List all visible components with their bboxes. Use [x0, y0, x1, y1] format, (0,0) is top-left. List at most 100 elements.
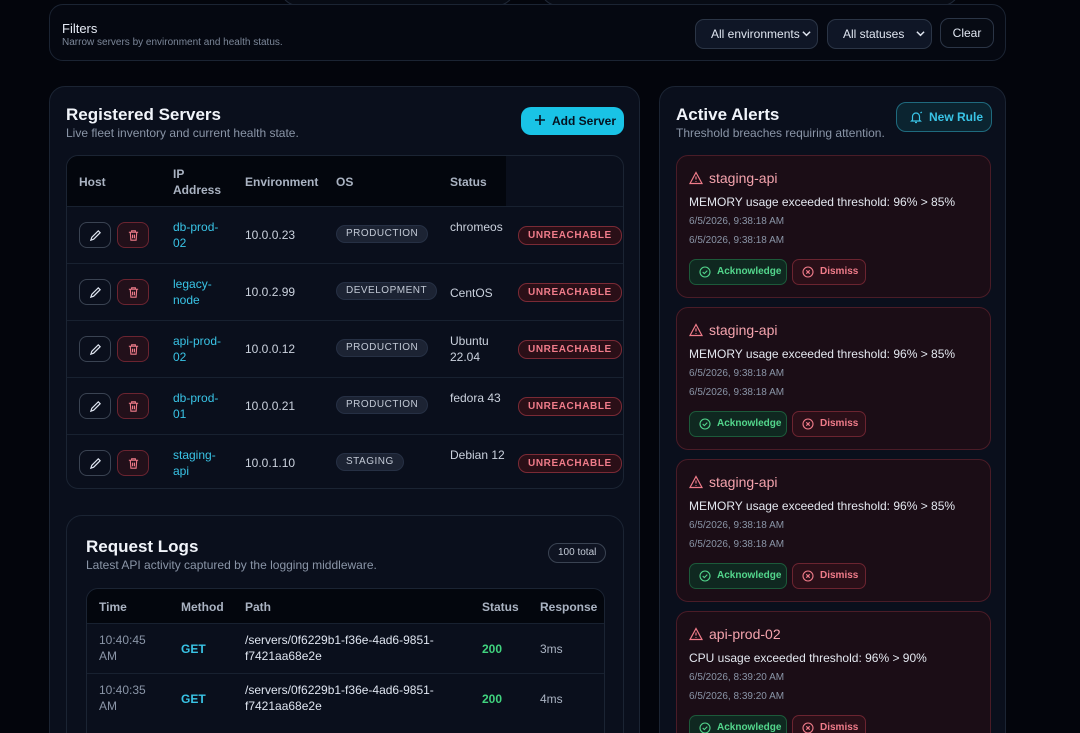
x-circle-icon [802, 722, 814, 733]
trash-icon [128, 344, 139, 355]
dismiss-label: Dismiss [820, 266, 859, 277]
alert-timestamp: 6/5/2026, 9:38:18 AM [689, 539, 785, 550]
servers-table-header: Host IP Address Environment OS Status [67, 156, 506, 207]
host-link[interactable]: db-prod-02 [173, 219, 228, 251]
x-circle-icon [802, 266, 814, 278]
warning-icon [689, 475, 703, 489]
delete-button[interactable] [117, 450, 149, 476]
servers-card: Registered Servers Live fleet inventory … [49, 86, 640, 733]
logs-table: Time Method Path Status Response 10:40:4… [86, 588, 605, 733]
environment-select[interactable]: All environments [695, 19, 818, 49]
os-value: Ubuntu 22.04 [450, 334, 489, 364]
pencil-icon [89, 230, 101, 242]
clear-button[interactable]: Clear [940, 18, 994, 48]
host-link[interactable]: api-prod-02 [173, 333, 228, 365]
table-row: api-prod-02 10.0.0.12 PRODUCTION Ubuntu … [67, 320, 623, 377]
delete-button[interactable] [117, 336, 149, 362]
edit-button[interactable] [79, 336, 111, 362]
acknowledge-button[interactable]: Acknowledge [689, 715, 787, 733]
add-server-label: Add Server [552, 114, 617, 128]
dismiss-label: Dismiss [820, 570, 859, 581]
acknowledge-button[interactable]: Acknowledge [689, 563, 787, 589]
trash-icon [128, 230, 139, 241]
ip-address: 10.0.2.99 [245, 285, 296, 299]
edit-button[interactable] [79, 222, 111, 248]
environment-badge: PRODUCTION [336, 396, 429, 414]
servers-subtitle: Live fleet inventory and current health … [66, 126, 299, 140]
column-header-response: Response [540, 600, 598, 614]
acknowledge-button[interactable]: Acknowledge [689, 411, 787, 437]
acknowledge-button[interactable]: Acknowledge [689, 259, 787, 285]
plus-icon [535, 115, 545, 125]
host-link[interactable]: legacy-node [173, 276, 228, 308]
os-value: fedora 43 [450, 391, 501, 405]
table-row: db-prod-01 10.0.0.21 PRODUCTION fedora 4… [67, 377, 623, 434]
dismiss-label: Dismiss [820, 722, 859, 733]
dismiss-button[interactable]: Dismiss [792, 715, 866, 733]
edit-button[interactable] [79, 393, 111, 419]
ip-address: 10.0.1.10 [245, 456, 296, 470]
log-row: 10:40:45 AM GET /servers/0f6229b1-f36e-4… [87, 623, 604, 673]
check-circle-icon [699, 418, 711, 430]
ip-address: 10.0.0.21 [245, 399, 296, 413]
environment-badge: DEVELOPMENT [336, 282, 438, 300]
status-badge: UNREACHABLE [518, 226, 622, 245]
add-server-button[interactable]: Add Server [521, 107, 624, 135]
chevron-down-icon [802, 31, 811, 37]
status-badge: UNREACHABLE [518, 454, 622, 473]
x-circle-icon [802, 570, 814, 582]
log-path: /servers/0f6229b1-f36e-4ad6-9851-f7421aa… [245, 683, 434, 713]
acknowledge-label: Acknowledge [717, 266, 782, 277]
edit-button[interactable] [79, 450, 111, 476]
os-value: Debian 12 [450, 448, 505, 462]
log-response: 3ms [540, 642, 563, 656]
logs-total-badge: 100 total [548, 543, 607, 563]
check-circle-icon [699, 266, 711, 278]
edit-button[interactable] [79, 279, 111, 305]
delete-button[interactable] [117, 393, 149, 419]
ip-address: 10.0.0.12 [245, 342, 296, 356]
logs-subtitle: Latest API activity captured by the logg… [86, 558, 377, 572]
table-row: staging-api 10.0.1.10 STAGING Debian 12 … [67, 434, 623, 488]
table-row: db-prod-02 10.0.0.23 PRODUCTION chromeos… [67, 206, 623, 263]
table-row: legacy-node 10.0.2.99 DEVELOPMENT CentOS… [67, 263, 623, 320]
alert-host: staging-api [709, 322, 778, 338]
alert-item: staging-api MEMORY usage exceeded thresh… [676, 307, 991, 450]
dismiss-button[interactable]: Dismiss [792, 259, 866, 285]
check-circle-icon [699, 722, 711, 733]
new-rule-button[interactable]: New Rule [896, 102, 992, 132]
host-link[interactable]: db-prod-01 [173, 390, 228, 422]
delete-button[interactable] [117, 222, 149, 248]
status-badge: UNREACHABLE [518, 340, 622, 359]
host-link[interactable]: staging-api [173, 447, 228, 479]
alert-timestamp: 6/5/2026, 9:38:18 AM [689, 387, 785, 398]
alert-item: staging-api MEMORY usage exceeded thresh… [676, 459, 991, 602]
log-path: /servers/0f6229b1-f36e-4ad6-9851-f7421aa… [245, 633, 434, 663]
status-select[interactable]: All statuses [827, 19, 932, 49]
column-header-status: Status [450, 175, 487, 189]
filters-title: Filters [62, 21, 98, 36]
warning-icon [689, 323, 703, 337]
dismiss-label: Dismiss [820, 418, 859, 429]
column-header-host: Host [79, 175, 106, 189]
filters-subtitle: Narrow servers by environment and health… [62, 37, 283, 48]
column-header-path: Path [245, 600, 272, 614]
warning-icon [689, 171, 703, 185]
log-method: GET [181, 692, 206, 706]
column-header-ip: IP Address [173, 167, 222, 197]
dismiss-button[interactable]: Dismiss [792, 411, 866, 437]
status-badge: UNREACHABLE [518, 283, 622, 302]
delete-button[interactable] [117, 279, 149, 305]
filters-panel: Filters Narrow servers by environment an… [49, 4, 1006, 61]
log-status: 200 [482, 692, 503, 706]
alert-timestamp: 6/5/2026, 8:39:20 AM [689, 672, 785, 683]
chevron-down-icon [916, 31, 925, 37]
ip-address: 10.0.0.23 [245, 228, 296, 242]
alerts-title: Active Alerts [676, 105, 780, 124]
alert-item: staging-api MEMORY usage exceeded thresh… [676, 155, 991, 298]
alert-timestamp: 6/5/2026, 9:38:18 AM [689, 368, 785, 379]
trash-icon [128, 287, 139, 298]
trash-icon [128, 458, 139, 469]
acknowledge-label: Acknowledge [717, 570, 782, 581]
dismiss-button[interactable]: Dismiss [792, 563, 866, 589]
